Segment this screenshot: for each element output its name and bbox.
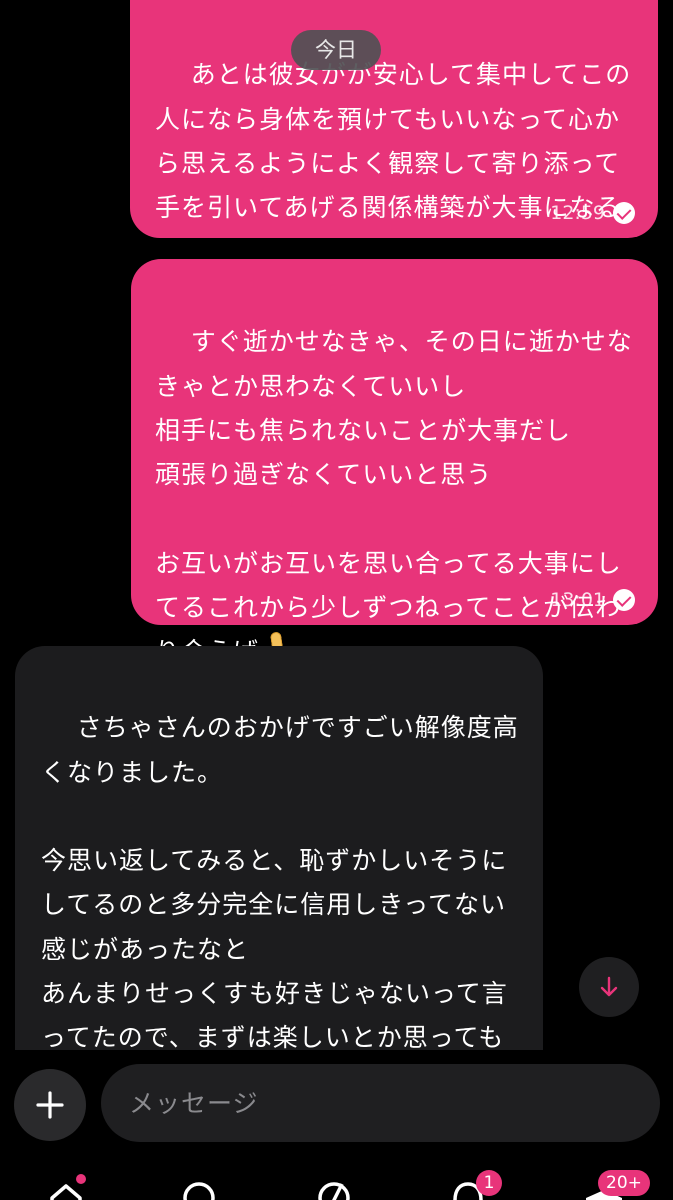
- message-meta: 13:01: [550, 588, 635, 612]
- scroll-to-bottom-button[interactable]: [579, 957, 639, 1017]
- chat-thread[interactable]: あとは彼女がが安心して集中してこの人になら身体を預けてもいいなって心から思えるよ…: [0, 0, 673, 1050]
- tab-home[interactable]: [44, 1174, 88, 1200]
- plus-icon: [36, 1091, 64, 1119]
- message-meta: 12:59: [550, 201, 635, 225]
- arrow-down-icon: [600, 976, 618, 997]
- bottom-tab-bar: 1 20+: [0, 1160, 673, 1200]
- message-bubble-outgoing[interactable]: あとは彼女がが安心して集中してこの人になら身体を預けてもいいなって心から思えるよ…: [130, 0, 658, 238]
- search-icon: [183, 1182, 215, 1200]
- message-bubble-incoming[interactable]: さちゃさんのおかげですごい解像度高くなりました。 今思い返してみると、恥ずかしい…: [15, 646, 543, 1050]
- message-input[interactable]: [101, 1064, 660, 1142]
- message-time: 12:59: [550, 202, 605, 224]
- notification-badge: 1: [476, 1170, 502, 1196]
- tab-notifications[interactable]: 1: [446, 1170, 506, 1200]
- date-separator: 今日: [291, 30, 381, 70]
- read-check-icon: [613, 202, 635, 224]
- compass-icon: [318, 1182, 350, 1200]
- messages-badge: 20+: [598, 1170, 650, 1196]
- tab-messages[interactable]: 20+: [580, 1170, 656, 1200]
- message-text: さちゃさんのおかげですごい解像度高くなりました。 今思い返してみると、恥ずかしい…: [41, 713, 519, 1050]
- message-text: すぐ逝かせなきゃ、その日に逝かせなきゃとか思わなくていいし 相手にも焦られないこ…: [155, 327, 633, 666]
- message-time: 13:01: [550, 589, 605, 611]
- attach-button[interactable]: [14, 1069, 86, 1141]
- tab-explore[interactable]: [312, 1178, 356, 1200]
- message-text: あとは彼女がが安心して集中してこの人になら身体を預けてもいいなって心から思えるよ…: [155, 60, 632, 223]
- notification-dot: [76, 1174, 86, 1184]
- message-bubble-outgoing[interactable]: すぐ逝かせなきゃ、その日に逝かせなきゃとか思わなくていいし 相手にも焦られないこ…: [131, 259, 658, 667]
- tab-search[interactable]: [178, 1178, 222, 1200]
- read-check-icon: [613, 589, 635, 611]
